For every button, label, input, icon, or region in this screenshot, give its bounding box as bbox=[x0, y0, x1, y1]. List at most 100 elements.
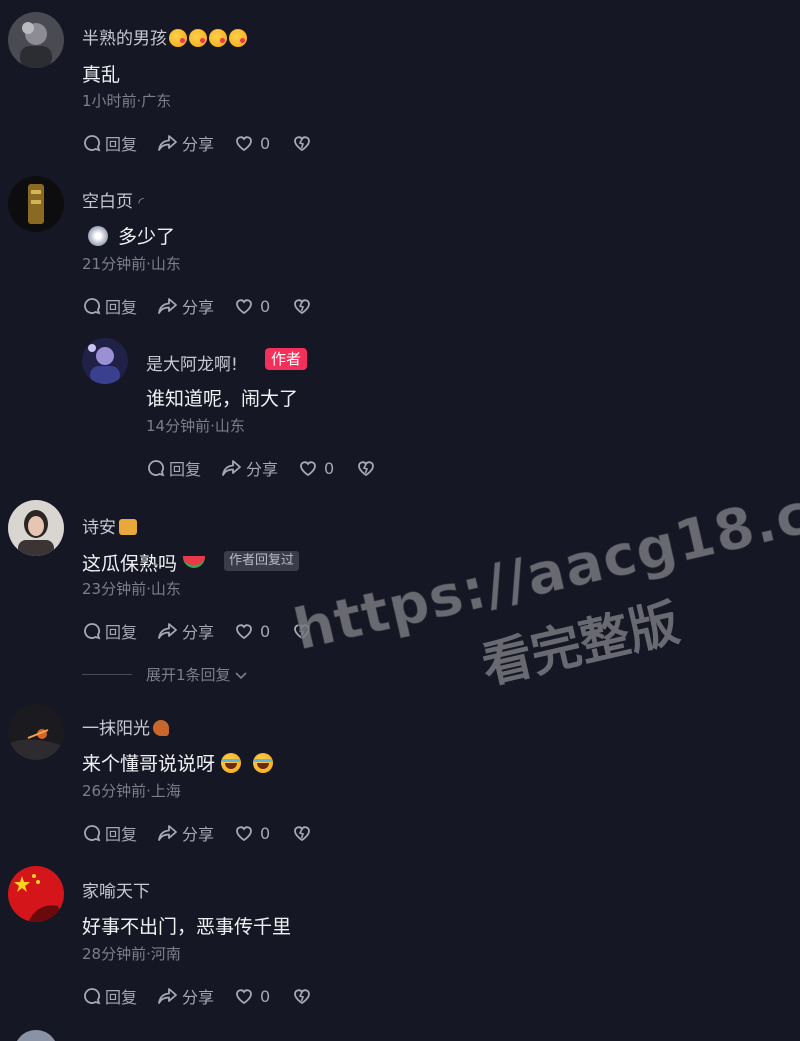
like-button[interactable]: 0 bbox=[234, 133, 270, 153]
share-icon bbox=[158, 988, 177, 1004]
expand-replies-button[interactable]: 展开1条回复 bbox=[82, 664, 249, 685]
share-icon bbox=[158, 135, 177, 151]
laugh-emoji-icon bbox=[221, 753, 242, 773]
like-count: 0 bbox=[260, 986, 271, 1006]
comment-meta: 28分钟前·河南 bbox=[82, 945, 181, 963]
emoji-icon bbox=[119, 519, 137, 535]
avatar[interactable] bbox=[8, 500, 64, 556]
author-badge: 作者 bbox=[265, 348, 308, 370]
comment-text: 多少了 bbox=[88, 222, 175, 249]
share-icon bbox=[158, 623, 177, 639]
dislike-button[interactable] bbox=[292, 133, 315, 153]
reply-icon bbox=[84, 825, 101, 842]
comment-text: 来个懂哥说说呀 bbox=[82, 749, 274, 776]
heart-icon bbox=[236, 136, 252, 152]
kiss-emoji-icon bbox=[189, 29, 207, 47]
username[interactable]: 一抹阳光 bbox=[82, 714, 169, 739]
reply-icon bbox=[84, 623, 101, 640]
avatar[interactable] bbox=[8, 866, 64, 922]
chevron-down-icon bbox=[234, 671, 247, 679]
avatar[interactable] bbox=[82, 338, 128, 384]
kiss-emoji-icon bbox=[209, 29, 227, 47]
reply-actions: 回复 分享 0 bbox=[146, 456, 399, 480]
reply-button[interactable]: 回复 bbox=[82, 619, 137, 643]
like-button[interactable]: 0 bbox=[234, 823, 270, 843]
comment-meta: 21分钟前·山东 bbox=[82, 255, 181, 273]
dislike-button[interactable] bbox=[356, 458, 379, 478]
username[interactable]: 家喻天下 bbox=[82, 877, 150, 902]
sticker-icon bbox=[88, 226, 108, 246]
share-icon bbox=[222, 460, 241, 476]
like-count: 0 bbox=[324, 458, 335, 478]
comment-screen: 半熟的男孩 真乱 1小时前·广东 回复 分享 0 空白页 ◜ 多少了 21分钟前… bbox=[0, 0, 800, 1041]
avatar[interactable] bbox=[14, 1030, 58, 1041]
reply-button[interactable]: 回复 bbox=[82, 294, 137, 318]
heart-icon bbox=[236, 989, 252, 1005]
comment-text: 真乱 bbox=[82, 64, 121, 86]
comment-meta: 26分钟前·上海 bbox=[82, 782, 181, 800]
share-icon bbox=[158, 298, 177, 314]
kiss-emoji-icon bbox=[169, 29, 187, 47]
like-count: 0 bbox=[260, 621, 271, 641]
like-button[interactable]: 0 bbox=[234, 986, 270, 1006]
watermark-url: https://aacg18.com bbox=[288, 459, 800, 664]
watermark-caption: 看完整版 bbox=[476, 593, 685, 696]
avatar[interactable] bbox=[8, 176, 64, 232]
comment-actions: 回复 分享 0 bbox=[82, 619, 335, 643]
kiss-emoji-icon bbox=[229, 29, 247, 47]
reply-meta: 14分钟前·山东 bbox=[146, 417, 245, 435]
username-suffix: ◜ bbox=[138, 195, 144, 211]
reply-button[interactable]: 回复 bbox=[146, 456, 201, 480]
reply-button[interactable]: 回复 bbox=[82, 131, 137, 155]
watermelon-icon bbox=[183, 556, 206, 568]
reply-icon bbox=[84, 135, 101, 152]
comment-actions: 回复 分享 0 bbox=[82, 294, 335, 318]
reply-username[interactable]: 是大阿龙啊! bbox=[146, 350, 238, 375]
dislike-button[interactable] bbox=[292, 823, 315, 843]
reply-button[interactable]: 回复 bbox=[82, 821, 137, 845]
squirrel-emoji-icon bbox=[153, 720, 169, 736]
broken-heart-icon bbox=[294, 136, 311, 152]
dislike-button[interactable] bbox=[292, 986, 315, 1006]
username[interactable]: 诗安 bbox=[82, 513, 137, 538]
share-button[interactable]: 分享 bbox=[157, 619, 214, 643]
laugh-emoji-icon bbox=[253, 753, 274, 773]
like-count: 0 bbox=[260, 133, 271, 153]
comment-text: 这瓜保熟吗 bbox=[82, 549, 206, 576]
like-count: 0 bbox=[260, 296, 271, 316]
share-button[interactable]: 分享 bbox=[157, 131, 214, 155]
watermark: https://aacg18.com 看完整版 bbox=[288, 459, 800, 814]
comment-text: 好事不出门，恶事传千里 bbox=[82, 916, 292, 938]
reply-button[interactable]: 回复 bbox=[82, 984, 137, 1008]
reply-icon bbox=[84, 988, 101, 1005]
comment-actions: 回复 分享 0 bbox=[82, 984, 335, 1008]
comment-meta: 23分钟前·山东 bbox=[82, 580, 181, 598]
share-button[interactable]: 分享 bbox=[157, 984, 214, 1008]
like-button[interactable]: 0 bbox=[234, 621, 270, 641]
avatar[interactable] bbox=[8, 704, 64, 760]
avatar[interactable] bbox=[8, 12, 64, 68]
share-button[interactable]: 分享 bbox=[157, 294, 214, 318]
broken-heart-icon bbox=[294, 624, 311, 640]
share-icon bbox=[158, 825, 177, 841]
username[interactable]: 半熟的男孩 bbox=[82, 24, 247, 49]
broken-heart-icon bbox=[294, 299, 311, 315]
like-button[interactable]: 0 bbox=[234, 296, 270, 316]
dislike-button[interactable] bbox=[292, 621, 315, 641]
like-button[interactable]: 0 bbox=[298, 458, 334, 478]
heart-icon bbox=[300, 461, 316, 477]
divider bbox=[82, 674, 132, 675]
share-button[interactable]: 分享 bbox=[157, 821, 214, 845]
heart-icon bbox=[236, 299, 252, 315]
like-count: 0 bbox=[260, 823, 271, 843]
comment-actions: 回复 分享 0 bbox=[82, 821, 335, 845]
broken-heart-icon bbox=[294, 989, 311, 1005]
heart-icon bbox=[236, 624, 252, 640]
share-button[interactable]: 分享 bbox=[221, 456, 278, 480]
reply-text: 谁知道呢，闹大了 bbox=[146, 388, 299, 410]
dislike-button[interactable] bbox=[292, 296, 315, 316]
reply-icon bbox=[148, 460, 165, 477]
broken-heart-icon bbox=[358, 461, 375, 477]
reply-icon bbox=[84, 298, 101, 315]
username[interactable]: 空白页 ◜ bbox=[82, 187, 144, 212]
